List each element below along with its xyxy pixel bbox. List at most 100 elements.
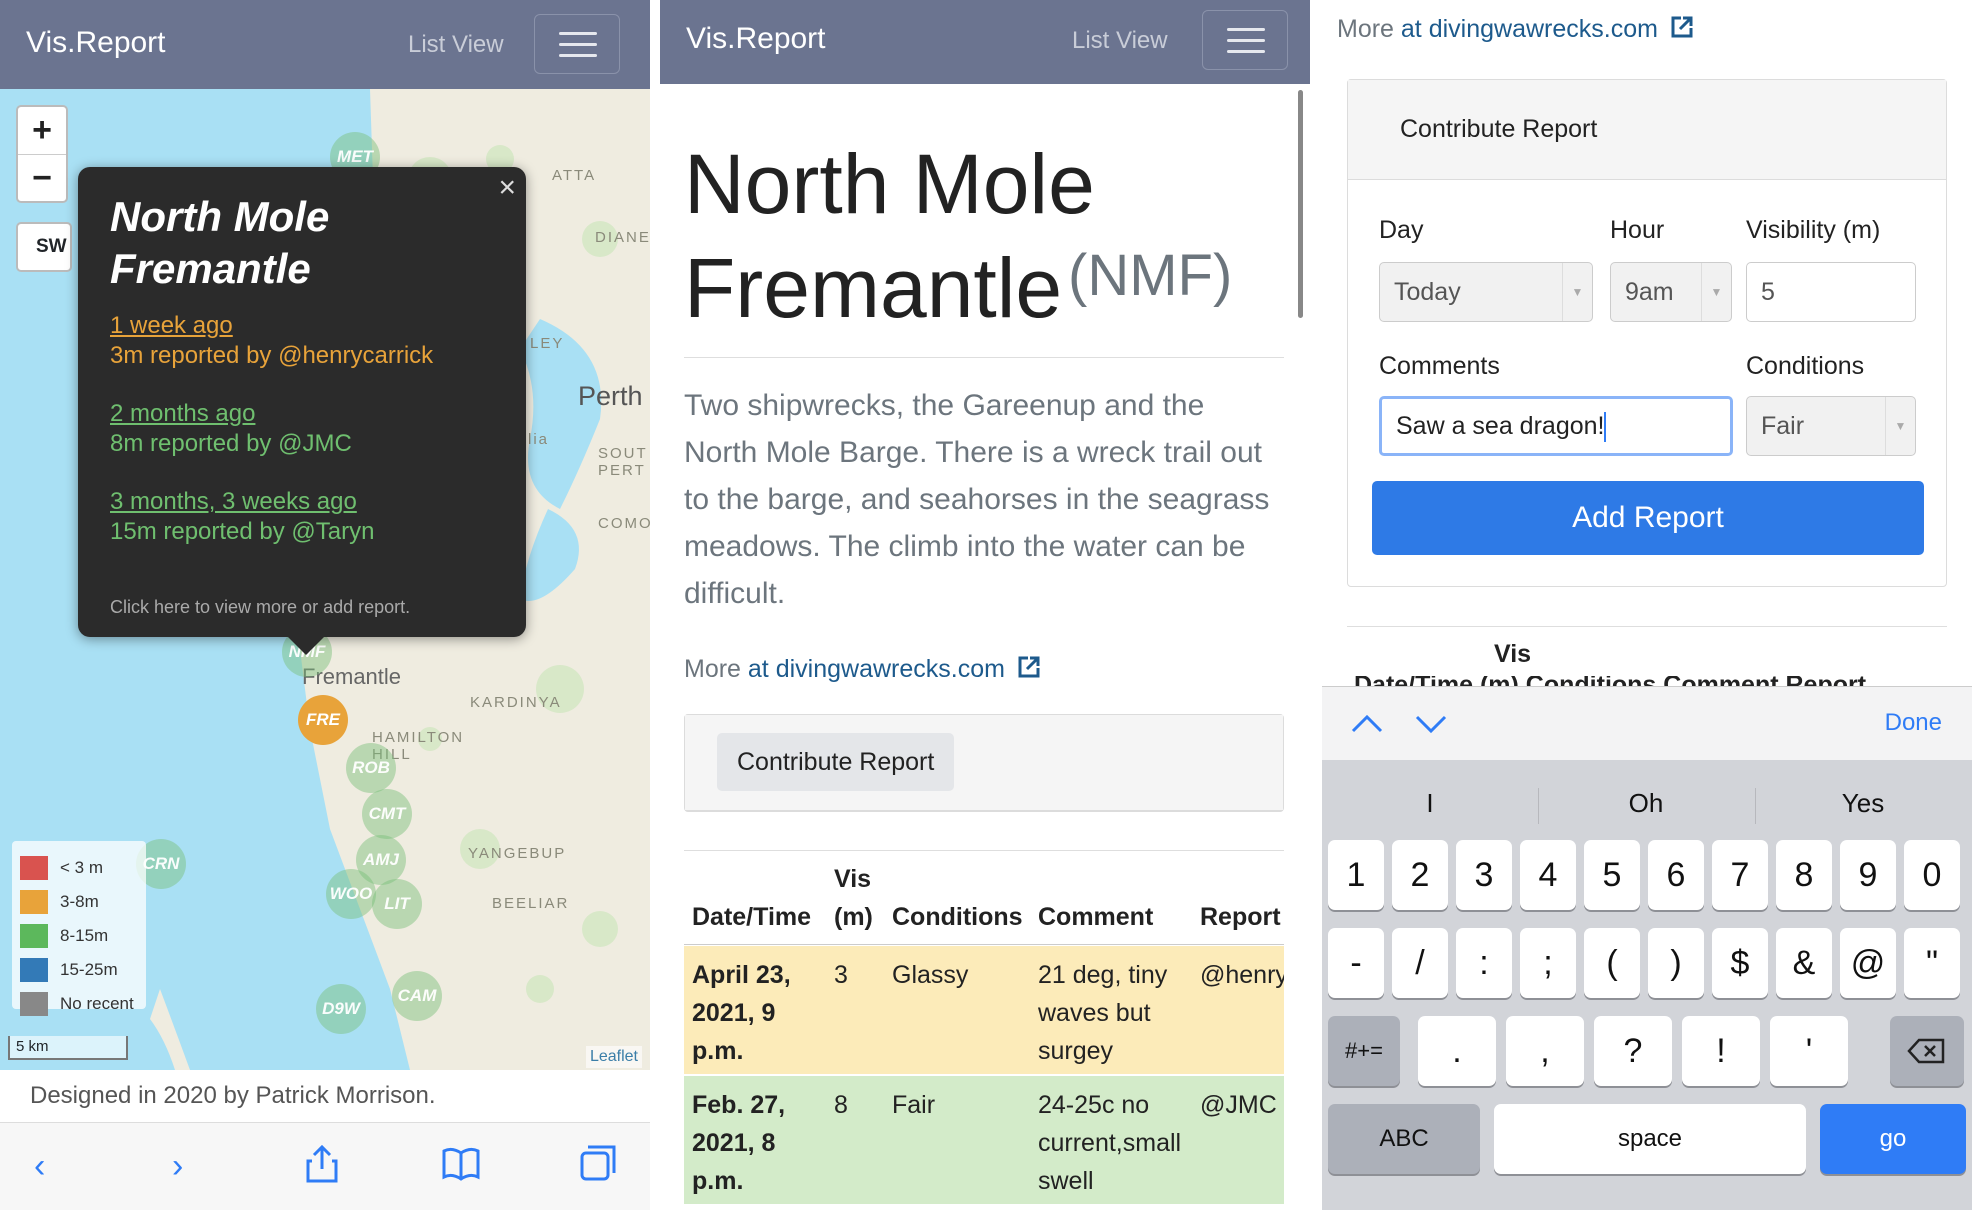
backspace-key[interactable] [1890,1016,1964,1086]
site-marker-cmt[interactable]: CMT [362,789,412,839]
key[interactable]: 5 [1584,840,1640,910]
key[interactable]: 0 [1904,840,1960,910]
suggestion-item[interactable]: Yes [1755,788,1971,819]
share-icon[interactable] [304,1143,340,1192]
list-view-link[interactable]: List View [408,31,504,59]
done-button[interactable]: Done [1885,709,1942,737]
scrollbar[interactable] [1298,90,1303,318]
key[interactable]: " [1904,928,1960,998]
popup-entry[interactable]: 3 months, 3 weeks ago 15m reported by @T… [110,487,374,547]
contribute-report-header[interactable]: Contribute Report [1380,100,1618,158]
symbols-key[interactable]: #+= [1328,1016,1400,1086]
more-at[interactable]: at [1401,15,1429,43]
day-select-value[interactable]: Today [1394,278,1461,306]
key[interactable]: 4 [1520,840,1576,910]
forward-icon[interactable]: › [172,1147,183,1186]
key[interactable]: , [1506,1016,1584,1086]
popup-close-button[interactable]: × [498,171,516,205]
visibility-label: Visibility (m) [1746,216,1881,244]
popup-entry[interactable]: 2 months ago 8m reported by @JMC [110,399,352,459]
conditions-select[interactable]: Fair ▼ [1746,396,1916,456]
key[interactable]: ; [1520,928,1576,998]
bookmarks-icon[interactable] [440,1145,482,1190]
chevron-down-icon[interactable] [1414,705,1448,744]
external-site-link-text[interactable]: divingwawrecks.com [1429,15,1658,43]
suggestion-item[interactable]: I [1322,788,1538,819]
site-marker-d9w[interactable]: D9W [316,984,366,1034]
key[interactable]: 1 [1328,840,1384,910]
key[interactable]: 3 [1456,840,1512,910]
divider [684,944,1284,945]
menu-toggle-button[interactable] [1202,10,1288,70]
key[interactable]: ( [1584,928,1640,998]
table-row[interactable]: Feb. 27, 2021, 8 p.m. 8 Fair 24-25c no curr… [684,1076,1284,1204]
key[interactable]: ! [1682,1016,1760,1086]
site-popup[interactable]: × North Mole Fremantle 1 week ago 3m rep… [78,167,526,655]
contribute-report-button[interactable]: Contribute Report [717,733,955,791]
key[interactable]: 6 [1648,840,1704,910]
table-row[interactable]: April 23, 2021, 9 p.m. 3 Glassy 21 deg, ti… [684,946,1284,1074]
external-site-link[interactable]: at divingwawrecks.com [748,655,1005,683]
key[interactable]: ? [1594,1016,1672,1086]
site-marker-lit[interactable]: LIT [372,879,422,929]
back-icon[interactable]: ‹ [34,1147,45,1186]
site-code: (NMF) [1068,243,1233,308]
day-select[interactable]: Today ▼ [1379,262,1593,322]
key[interactable]: / [1392,928,1448,998]
sw-button[interactable]: SW [16,222,72,272]
key[interactable]: - [1328,928,1384,998]
site-detail-screen: Vis.Report List View North Mole Fremantl… [660,0,1310,1210]
map-view[interactable]: ATTA DIANE LEY Perth lia SOUT PERT COMO … [0,89,650,1070]
external-link-icon[interactable] [1016,654,1042,687]
key[interactable]: . [1418,1016,1496,1086]
more-at[interactable]: at [748,655,776,683]
hour-select-value[interactable]: 9am [1625,278,1674,306]
site-marker-woo[interactable]: WOO [326,869,376,919]
popup-entry[interactable]: 1 week ago 3m reported by @henrycarrick [110,311,433,371]
cell-reporter[interactable]: @JMC [1200,1086,1284,1124]
add-report-button[interactable]: Add Report [1372,481,1924,555]
cell-reporter[interactable]: @henry [1200,956,1284,994]
external-site-link[interactable]: at divingwawrecks.com [1401,15,1658,43]
key[interactable]: 7 [1712,840,1768,910]
menu-toggle-button[interactable] [534,14,620,74]
list-view-link[interactable]: List View [1072,27,1168,55]
popup-title: North Mole Fremantle [110,193,330,292]
key[interactable]: @ [1840,928,1896,998]
attribution-link[interactable]: Leaflet [585,1046,642,1068]
key[interactable]: ) [1648,928,1704,998]
key[interactable]: 9 [1840,840,1896,910]
tabs-icon[interactable] [578,1143,618,1192]
comments-input-value[interactable]: Saw a sea dragon! [1396,412,1604,440]
site-marker-cam[interactable]: CAM [392,971,442,1021]
brand-link[interactable]: Vis.Report [26,26,166,60]
key[interactable]: : [1456,928,1512,998]
key[interactable]: ' [1770,1016,1848,1086]
comments-input[interactable]: Saw a sea dragon! [1379,396,1733,456]
external-site-link-text[interactable]: divingwawrecks.com [776,655,1005,683]
zoom-in-button[interactable]: + [18,107,66,154]
zoom-out-button[interactable]: − [18,154,66,201]
key[interactable]: 2 [1392,840,1448,910]
key[interactable]: & [1776,928,1832,998]
popup-footer[interactable]: Click here to view more or add report. [110,597,410,618]
space-key[interactable]: space [1494,1104,1806,1174]
hour-select[interactable]: 9am ▼ [1610,262,1732,322]
go-key[interactable]: go [1820,1104,1966,1174]
chevron-down-icon: ▼ [1562,263,1592,321]
abc-key[interactable]: ABC [1328,1104,1480,1174]
key[interactable]: $ [1712,928,1768,998]
site-marker-rob[interactable]: ROB [346,743,396,793]
key[interactable]: 8 [1776,840,1832,910]
suggestion-item[interactable]: Oh [1538,788,1754,819]
brand-link[interactable]: Vis.Report [686,22,826,56]
site-marker-fre[interactable]: FRE [298,695,348,745]
conditions-select-value[interactable]: Fair [1761,412,1804,440]
visibility-input[interactable]: 5 [1746,262,1916,322]
chevron-up-icon[interactable] [1350,705,1384,744]
popup-entry-link[interactable]: 1 week ago [110,312,233,339]
popup-entry-link[interactable]: 2 months ago [110,400,255,427]
external-link-icon[interactable] [1669,14,1695,47]
popup-entry-link[interactable]: 3 months, 3 weeks ago [110,488,357,515]
place-label: LEY [530,335,565,352]
